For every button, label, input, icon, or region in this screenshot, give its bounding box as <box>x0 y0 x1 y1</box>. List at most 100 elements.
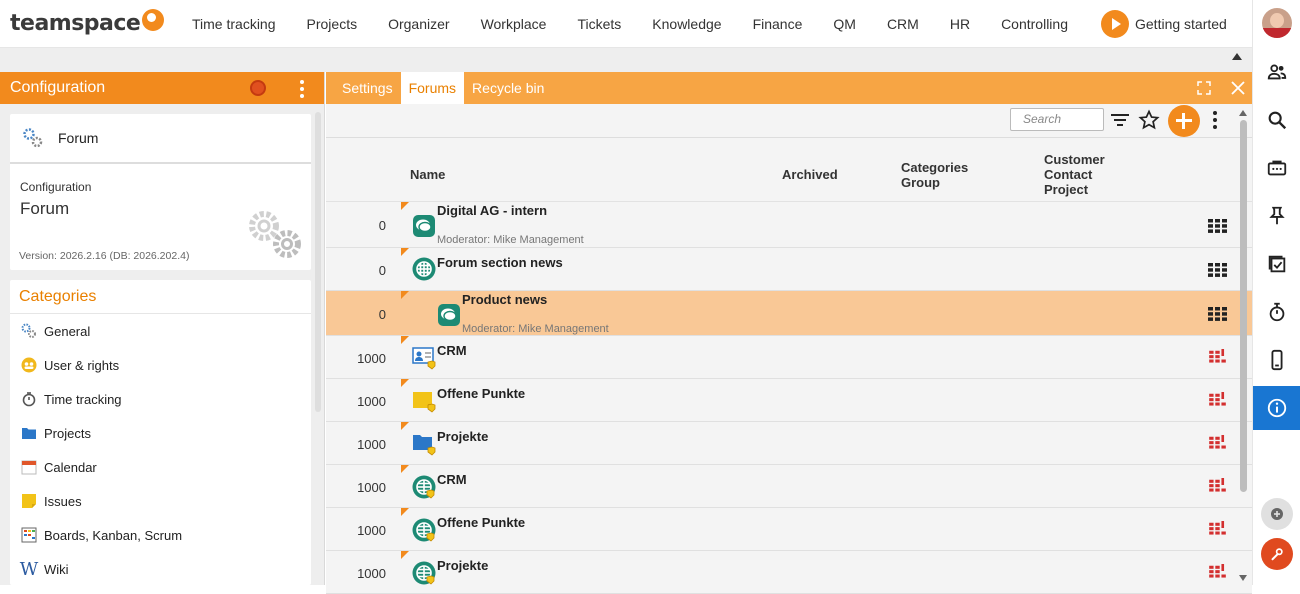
category-issues[interactable]: Issues <box>10 484 311 518</box>
sticky-note-icon <box>413 392 436 413</box>
nav-hr[interactable]: HR <box>950 16 970 32</box>
mobile-icon[interactable] <box>1253 338 1300 382</box>
table-row[interactable]: 0 Forum section news <box>326 248 1252 291</box>
nav-projects[interactable]: Projects <box>307 16 358 32</box>
add-widget-icon[interactable] <box>1261 498 1293 530</box>
category-calendar[interactable]: Calendar <box>10 450 311 484</box>
table-row[interactable]: 1000 Projekte <box>326 422 1252 465</box>
forum-name[interactable]: Digital AG - intern <box>437 203 547 218</box>
users-icon[interactable] <box>1253 50 1300 94</box>
avatar[interactable] <box>1262 8 1292 38</box>
info-icon[interactable] <box>1253 386 1300 430</box>
grid-alert-icon[interactable] <box>1208 349 1227 363</box>
row-marker <box>401 379 409 387</box>
col-categories[interactable]: Categories <box>901 160 968 175</box>
bug-icon[interactable] <box>250 80 266 96</box>
nav-knowledge[interactable]: Knowledge <box>652 16 721 32</box>
table-row[interactable]: 1000 Offene Punkte <box>326 508 1252 551</box>
tab-actions <box>1178 80 1246 96</box>
grid-alert-icon[interactable] <box>1208 521 1227 535</box>
scroll-thumb[interactable] <box>1240 120 1247 492</box>
folder-icon <box>20 424 38 442</box>
grid-icon[interactable] <box>1208 307 1227 321</box>
table-row[interactable]: 1000 CRM <box>326 465 1252 508</box>
logo-text: teamspace <box>10 11 141 36</box>
forum-name[interactable]: Offene Punkte <box>437 515 525 530</box>
grid-alert-icon[interactable] <box>1208 478 1227 492</box>
category-user-rights[interactable]: User & rights <box>10 348 311 382</box>
tasks-icon[interactable] <box>1253 242 1300 286</box>
collapse-up-icon[interactable] <box>1232 53 1242 60</box>
stopwatch-icon[interactable] <box>1253 290 1300 334</box>
getting-started-button[interactable]: Getting started <box>1101 9 1227 38</box>
list-scrollbar[interactable] <box>1238 106 1248 585</box>
category-wiki[interactable]: W Wiki <box>10 552 311 586</box>
forum-card-header[interactable]: Forum <box>10 114 311 164</box>
globe-icon <box>412 257 436 281</box>
category-boards[interactable]: Boards, Kanban, Scrum <box>10 518 311 552</box>
forum-list: 0 Digital AG - intern Moderator: Mike Ma… <box>326 202 1252 594</box>
nav-workplace[interactable]: Workplace <box>481 16 547 32</box>
nav-controlling[interactable]: Controlling <box>1001 16 1068 32</box>
category-general[interactable]: General <box>10 314 311 348</box>
category-time-tracking[interactable]: Time tracking <box>10 382 311 416</box>
col-contact[interactable]: Contact <box>1044 167 1092 182</box>
forum-name[interactable]: Projekte <box>437 429 488 444</box>
scroll-up-icon[interactable] <box>1239 110 1247 116</box>
nav-time-tracking[interactable]: Time tracking <box>192 16 276 32</box>
col-group[interactable]: Group <box>901 175 940 190</box>
inbox-icon[interactable] <box>1253 146 1300 190</box>
grid-icon[interactable] <box>1208 219 1227 233</box>
close-icon[interactable] <box>1230 80 1246 96</box>
row-sort-number: 0 <box>378 218 386 233</box>
calendar-icon <box>20 458 38 476</box>
more-icon[interactable] <box>1205 109 1225 131</box>
wrench-icon[interactable] <box>1261 538 1293 570</box>
table-row[interactable]: 1000 CRM <box>326 336 1252 379</box>
grid-alert-icon[interactable] <box>1208 392 1227 406</box>
pin-icon[interactable] <box>1253 194 1300 238</box>
forum-name[interactable]: Projekte <box>437 558 488 573</box>
table-row-selected[interactable]: 0 Product news Moderator: Mike Managemen… <box>326 291 1252 336</box>
table-row[interactable]: 1000 Offene Punkte <box>326 379 1252 422</box>
grid-alert-icon[interactable] <box>1208 564 1227 578</box>
config-caption: Configuration <box>20 180 92 194</box>
scroll-down-icon[interactable] <box>1239 575 1247 581</box>
tab-recycle-bin[interactable]: Recycle bin <box>464 72 552 104</box>
table-row[interactable]: 1000 Projekte <box>326 551 1252 594</box>
left-panel-scrollbar[interactable] <box>315 112 321 412</box>
category-projects[interactable]: Projects <box>10 416 311 450</box>
table-row[interactable]: 0 Digital AG - intern Moderator: Mike Ma… <box>326 202 1252 248</box>
forum-name[interactable]: Forum section news <box>437 255 563 270</box>
tab-settings[interactable]: Settings <box>326 72 401 104</box>
search-icon[interactable] <box>1253 98 1300 142</box>
search-input[interactable]: Search <box>1010 108 1104 131</box>
col-name[interactable]: Name <box>410 167 445 182</box>
chat-bubble-icon <box>413 215 435 237</box>
row-marker <box>401 422 409 430</box>
nav-qm[interactable]: QM <box>833 16 856 32</box>
forum-name[interactable]: CRM <box>437 343 467 358</box>
nav-organizer[interactable]: Organizer <box>388 16 449 32</box>
forum-name[interactable]: CRM <box>437 472 467 487</box>
grid-icon[interactable] <box>1208 263 1227 277</box>
nav-tickets[interactable]: Tickets <box>577 16 621 32</box>
col-customer[interactable]: Customer <box>1044 152 1105 167</box>
tab-forums[interactable]: Forums <box>400 72 465 104</box>
forum-name[interactable]: Product news <box>462 292 547 307</box>
grid-alert-icon[interactable] <box>1208 435 1227 449</box>
globe-icon <box>412 475 436 499</box>
expand-icon[interactable] <box>1196 80 1212 96</box>
logo[interactable]: teamspace <box>10 8 170 36</box>
star-icon[interactable] <box>1138 109 1160 131</box>
nav-finance[interactable]: Finance <box>753 16 803 32</box>
col-archived[interactable]: Archived <box>782 167 838 182</box>
forum-name[interactable]: Offene Punkte <box>437 386 525 401</box>
filter-icon[interactable] <box>1109 109 1131 131</box>
panel-menu-icon[interactable] <box>296 80 308 98</box>
add-button[interactable] <box>1168 105 1200 137</box>
row-marker <box>401 465 409 473</box>
col-project[interactable]: Project <box>1044 182 1088 197</box>
nav-crm[interactable]: CRM <box>887 16 919 32</box>
wiki-icon: W <box>19 558 39 580</box>
